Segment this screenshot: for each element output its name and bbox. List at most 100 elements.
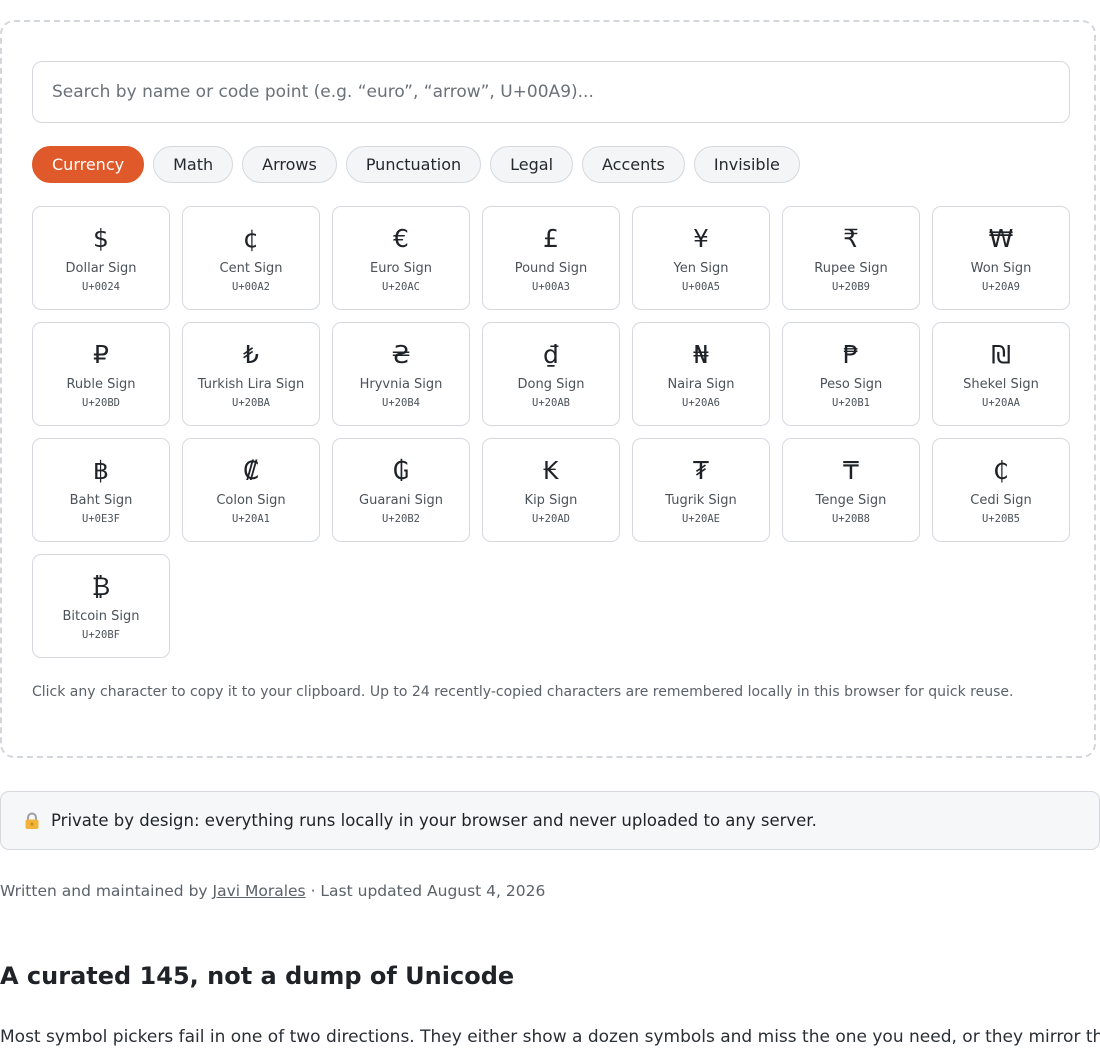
character-card-dollar[interactable]: $ Dollar Sign U+0024	[32, 206, 170, 310]
character-card-euro[interactable]: € Euro Sign U+20AC	[332, 206, 470, 310]
character-code: U+20AB	[532, 397, 570, 409]
character-card-yen[interactable]: ¥ Yen Sign U+00A5	[632, 206, 770, 310]
character-card-hryvnia[interactable]: ₴ Hryvnia Sign U+20B4	[332, 322, 470, 426]
character-card-ruble[interactable]: ₽ Ruble Sign U+20BD	[32, 322, 170, 426]
character-code: U+20B2	[382, 513, 420, 525]
character-glyph: $	[93, 224, 109, 253]
character-name: Naira Sign	[667, 377, 735, 392]
character-code: U+20AC	[382, 281, 420, 293]
category-tabs: Currency Math Arrows Punctuation Legal A…	[32, 146, 800, 183]
character-name: Cedi Sign	[970, 493, 1032, 508]
tab-accents[interactable]: Accents	[582, 146, 685, 183]
character-name: Turkish Lira Sign	[197, 377, 305, 392]
character-glyph: ¢	[243, 224, 259, 253]
character-glyph: ₸	[843, 456, 859, 485]
character-glyph: ₽	[93, 340, 109, 369]
character-glyph: ₹	[843, 224, 859, 253]
character-name: Peso Sign	[819, 377, 883, 392]
privacy-text: Private by design: everything runs local…	[51, 811, 817, 830]
character-glyph: ₱	[843, 340, 859, 369]
character-card-pound[interactable]: £ Pound Sign U+00A3	[482, 206, 620, 310]
character-code: U+0024	[82, 281, 120, 293]
character-card-tenge[interactable]: ₸ Tenge Sign U+20B8	[782, 438, 920, 542]
character-code: U+0E3F	[82, 513, 120, 525]
byline-prefix: Written and maintained by	[0, 882, 213, 900]
character-glyph: ₦	[693, 340, 709, 369]
character-card-tugrik[interactable]: ₮ Tugrik Sign U+20AE	[632, 438, 770, 542]
character-glyph: ₩	[988, 224, 1014, 253]
character-name: Tugrik Sign	[665, 493, 737, 508]
article-heading: A curated 145, not a dump of Unicode	[0, 962, 515, 990]
character-name: Rupee Sign	[814, 261, 888, 276]
tab-legal[interactable]: Legal	[490, 146, 574, 183]
character-glyph: £	[543, 224, 559, 253]
character-card-bitcoin[interactable]: ₿ Bitcoin Sign U+20BF	[32, 554, 170, 658]
character-name: Colon Sign	[216, 493, 286, 508]
character-code: U+20AD	[532, 513, 570, 525]
character-card-colon[interactable]: ₡ Colon Sign U+20A1	[182, 438, 320, 542]
character-name: Kip Sign	[524, 493, 578, 508]
character-name: Baht Sign	[69, 493, 133, 508]
character-glyph: ₮	[693, 456, 709, 485]
character-card-dong[interactable]: ₫ Dong Sign U+20AB	[482, 322, 620, 426]
character-name: Dollar Sign	[65, 261, 137, 276]
character-code: U+00A3	[532, 281, 570, 293]
character-name: Cent Sign	[219, 261, 283, 276]
character-card-turkish-lira[interactable]: ₺ Turkish Lira Sign U+20BA	[182, 322, 320, 426]
character-code: U+00A2	[232, 281, 270, 293]
last-updated: Last updated August 4, 2026	[320, 882, 546, 900]
character-card-guarani[interactable]: ₲ Guarani Sign U+20B2	[332, 438, 470, 542]
character-card-cent[interactable]: ¢ Cent Sign U+00A2	[182, 206, 320, 310]
character-code: U+20AA	[982, 397, 1020, 409]
character-code: U+20B4	[382, 397, 420, 409]
character-glyph: ₪	[991, 340, 1011, 369]
tab-arrows[interactable]: Arrows	[242, 146, 337, 183]
character-card-rupee[interactable]: ₹ Rupee Sign U+20B9	[782, 206, 920, 310]
character-glyph: ₫	[543, 340, 559, 369]
character-code: U+20B8	[832, 513, 870, 525]
character-glyph: ₺	[243, 340, 259, 369]
character-code: U+20BA	[232, 397, 270, 409]
character-code: U+20BF	[82, 629, 120, 641]
character-grid: $ Dollar Sign U+0024 ¢ Cent Sign U+00A2 € Eur…	[32, 206, 1070, 658]
character-picker-panel: Currency Math Arrows Punctuation Legal A…	[0, 20, 1096, 758]
character-name: Tenge Sign	[815, 493, 887, 508]
character-name: Hryvnia Sign	[359, 377, 443, 392]
byline-separator: ·	[305, 882, 321, 900]
character-glyph: ฿	[93, 456, 109, 485]
character-code: U+20AE	[682, 513, 720, 525]
byline: Written and maintained by Javi Morales ·…	[0, 882, 545, 900]
character-code: U+20B5	[982, 513, 1020, 525]
tab-invisible[interactable]: Invisible	[693, 146, 800, 183]
character-glyph: ₡	[243, 456, 259, 485]
character-glyph: ₿	[91, 572, 111, 601]
author-link[interactable]: Javi Morales	[213, 882, 306, 900]
character-card-shekel[interactable]: ₪ Shekel Sign U+20AA	[932, 322, 1070, 426]
search-input[interactable]	[32, 61, 1070, 123]
character-card-baht[interactable]: ฿ Baht Sign U+0E3F	[32, 438, 170, 542]
character-card-naira[interactable]: ₦ Naira Sign U+20A6	[632, 322, 770, 426]
character-code: U+20B9	[832, 281, 870, 293]
tab-punctuation[interactable]: Punctuation	[345, 146, 482, 183]
character-code: U+00A5	[682, 281, 720, 293]
character-code: U+20B1	[832, 397, 870, 409]
tab-currency[interactable]: Currency	[32, 146, 145, 183]
privacy-notice: Private by design: everything runs local…	[0, 791, 1100, 850]
character-card-won[interactable]: ₩ Won Sign U+20A9	[932, 206, 1070, 310]
character-card-cedi[interactable]: ₵ Cedi Sign U+20B5	[932, 438, 1070, 542]
character-name: Dong Sign	[517, 377, 585, 392]
character-card-kip[interactable]: ₭ Kip Sign U+20AD	[482, 438, 620, 542]
character-name: Guarani Sign	[359, 493, 443, 508]
character-glyph: ¥	[693, 224, 709, 253]
character-name: Yen Sign	[673, 261, 729, 276]
character-name: Shekel Sign	[963, 377, 1039, 392]
character-glyph: €	[393, 224, 409, 253]
character-name: Euro Sign	[370, 261, 432, 276]
character-code: U+20A1	[232, 513, 270, 525]
tab-math[interactable]: Math	[153, 146, 234, 183]
character-name: Won Sign	[970, 261, 1032, 276]
character-name: Pound Sign	[514, 261, 588, 276]
lock-icon	[25, 812, 39, 829]
character-card-peso[interactable]: ₱ Peso Sign U+20B1	[782, 322, 920, 426]
character-name: Bitcoin Sign	[62, 609, 140, 624]
